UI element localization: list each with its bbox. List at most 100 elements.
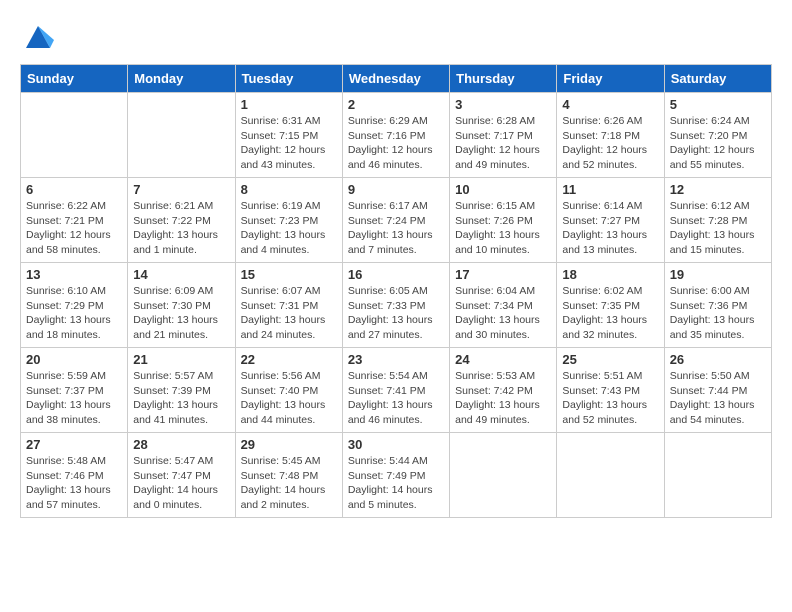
- calendar-cell: 18Sunrise: 6:02 AMSunset: 7:35 PMDayligh…: [557, 263, 664, 348]
- day-number: 25: [562, 352, 658, 367]
- day-info: Sunrise: 5:50 AMSunset: 7:44 PMDaylight:…: [670, 369, 766, 428]
- day-info: Sunrise: 6:12 AMSunset: 7:28 PMDaylight:…: [670, 199, 766, 258]
- day-info: Sunrise: 5:51 AMSunset: 7:43 PMDaylight:…: [562, 369, 658, 428]
- calendar-cell: [664, 433, 771, 518]
- calendar-cell: 23 Sunrise: 5:54 AMSunset: 7:41 PMDayligh…: [342, 348, 449, 433]
- day-number: 16: [348, 267, 444, 282]
- day-info: Sunrise: 5:54 AMSunset: 7:41 PMDaylight:…: [348, 369, 444, 428]
- day-info: Sunrise: 6:15 AMSunset: 7:26 PMDaylight:…: [455, 199, 551, 258]
- day-info: Sunrise: 5:57 AMSunset: 7:39 PMDaylight:…: [133, 369, 229, 428]
- calendar-cell: 22 Sunrise: 5:56 AMSunset: 7:40 PMDayligh…: [235, 348, 342, 433]
- calendar-cell: 2Sunrise: 6:29 AMSunset: 7:16 PMDaylight…: [342, 93, 449, 178]
- calendar-cell: 7 Sunrise: 6:21 AMSunset: 7:22 PMDaylight…: [128, 178, 235, 263]
- day-number: 4: [562, 97, 658, 112]
- day-number: 7: [133, 182, 229, 197]
- day-info: Sunrise: 6:24 AMSunset: 7:20 PMDaylight:…: [670, 114, 766, 173]
- day-info: Sunrise: 6:21 AMSunset: 7:22 PMDaylight:…: [133, 199, 229, 258]
- calendar-cell: 27 Sunrise: 5:48 AMSunset: 7:46 PMDayligh…: [21, 433, 128, 518]
- day-number: 15: [241, 267, 337, 282]
- day-info: Sunrise: 6:09 AMSunset: 7:30 PMDaylight:…: [133, 284, 229, 343]
- calendar-cell: 11 Sunrise: 6:14 AMSunset: 7:27 PMDayligh…: [557, 178, 664, 263]
- day-info: Sunrise: 5:59 AMSunset: 7:37 PMDaylight:…: [26, 369, 122, 428]
- calendar-cell: 28Sunrise: 5:47 AMSunset: 7:47 PMDayligh…: [128, 433, 235, 518]
- calendar-cell: 9 Sunrise: 6:17 AMSunset: 7:24 PMDaylight…: [342, 178, 449, 263]
- day-number: 14: [133, 267, 229, 282]
- day-info: Sunrise: 5:48 AMSunset: 7:46 PMDaylight:…: [26, 454, 122, 513]
- day-number: 5: [670, 97, 766, 112]
- day-number: 13: [26, 267, 122, 282]
- day-number: 6: [26, 182, 122, 197]
- day-number: 20: [26, 352, 122, 367]
- day-info: Sunrise: 6:17 AMSunset: 7:24 PMDaylight:…: [348, 199, 444, 258]
- header: [20, 20, 772, 48]
- day-info: Sunrise: 6:00 AMSunset: 7:36 PMDaylight:…: [670, 284, 766, 343]
- day-number: 22: [241, 352, 337, 367]
- calendar-cell: 16 Sunrise: 6:05 AMSunset: 7:33 PMDayligh…: [342, 263, 449, 348]
- header-tuesday: Tuesday: [235, 65, 342, 93]
- calendar-week-row: 13 Sunrise: 6:10 AMSunset: 7:29 PMDayligh…: [21, 263, 772, 348]
- calendar-cell: 10 Sunrise: 6:15 AMSunset: 7:26 PMDayligh…: [450, 178, 557, 263]
- day-number: 19: [670, 267, 766, 282]
- day-info: Sunrise: 5:56 AMSunset: 7:40 PMDaylight:…: [241, 369, 337, 428]
- calendar-cell: 30Sunrise: 5:44 AMSunset: 7:49 PMDayligh…: [342, 433, 449, 518]
- day-number: 26: [670, 352, 766, 367]
- day-number: 17: [455, 267, 551, 282]
- calendar-cell: 17 Sunrise: 6:04 AMSunset: 7:34 PMDayligh…: [450, 263, 557, 348]
- day-info: Sunrise: 6:28 AMSunset: 7:17 PMDaylight:…: [455, 114, 551, 173]
- header-thursday: Thursday: [450, 65, 557, 93]
- calendar-cell: 20 Sunrise: 5:59 AMSunset: 7:37 PMDayligh…: [21, 348, 128, 433]
- calendar-cell: 6Sunrise: 6:22 AMSunset: 7:21 PMDaylight…: [21, 178, 128, 263]
- calendar-cell: 8 Sunrise: 6:19 AMSunset: 7:23 PMDaylight…: [235, 178, 342, 263]
- header-saturday: Saturday: [664, 65, 771, 93]
- day-info: Sunrise: 6:10 AMSunset: 7:29 PMDaylight:…: [26, 284, 122, 343]
- header-friday: Friday: [557, 65, 664, 93]
- calendar-cell: 25 Sunrise: 5:51 AMSunset: 7:43 PMDayligh…: [557, 348, 664, 433]
- calendar-cell: 12 Sunrise: 6:12 AMSunset: 7:28 PMDayligh…: [664, 178, 771, 263]
- calendar-cell: [450, 433, 557, 518]
- day-number: 23: [348, 352, 444, 367]
- page-container: Sunday Monday Tuesday Wednesday Thursday…: [20, 20, 772, 518]
- calendar-week-row: 20 Sunrise: 5:59 AMSunset: 7:37 PMDayligh…: [21, 348, 772, 433]
- day-info: Sunrise: 6:31 AMSunset: 7:15 PMDaylight:…: [241, 114, 337, 173]
- day-number: 11: [562, 182, 658, 197]
- calendar-cell: 15 Sunrise: 6:07 AMSunset: 7:31 PMDayligh…: [235, 263, 342, 348]
- calendar-cell: 14 Sunrise: 6:09 AMSunset: 7:30 PMDayligh…: [128, 263, 235, 348]
- calendar-cell: 29 Sunrise: 5:45 AMSunset: 7:48 PMDayligh…: [235, 433, 342, 518]
- day-number: 30: [348, 437, 444, 452]
- logo-icon: [22, 20, 54, 52]
- calendar-cell: 13 Sunrise: 6:10 AMSunset: 7:29 PMDayligh…: [21, 263, 128, 348]
- day-number: 8: [241, 182, 337, 197]
- day-info: Sunrise: 6:14 AMSunset: 7:27 PMDaylight:…: [562, 199, 658, 258]
- day-info: Sunrise: 6:04 AMSunset: 7:34 PMDaylight:…: [455, 284, 551, 343]
- day-number: 21: [133, 352, 229, 367]
- header-monday: Monday: [128, 65, 235, 93]
- calendar-cell: [21, 93, 128, 178]
- calendar-cell: 21 Sunrise: 5:57 AMSunset: 7:39 PMDayligh…: [128, 348, 235, 433]
- calendar-table: Sunday Monday Tuesday Wednesday Thursday…: [20, 64, 772, 518]
- weekday-header-row: Sunday Monday Tuesday Wednesday Thursday…: [21, 65, 772, 93]
- calendar-cell: 3 Sunrise: 6:28 AMSunset: 7:17 PMDaylight…: [450, 93, 557, 178]
- calendar-cell: 1 Sunrise: 6:31 AMSunset: 7:15 PMDaylight…: [235, 93, 342, 178]
- day-number: 10: [455, 182, 551, 197]
- day-number: 1: [241, 97, 337, 112]
- day-number: 29: [241, 437, 337, 452]
- day-number: 12: [670, 182, 766, 197]
- day-info: Sunrise: 6:26 AMSunset: 7:18 PMDaylight:…: [562, 114, 658, 173]
- day-info: Sunrise: 5:53 AMSunset: 7:42 PMDaylight:…: [455, 369, 551, 428]
- day-info: Sunrise: 6:05 AMSunset: 7:33 PMDaylight:…: [348, 284, 444, 343]
- calendar-week-row: 6Sunrise: 6:22 AMSunset: 7:21 PMDaylight…: [21, 178, 772, 263]
- calendar-cell: 5 Sunrise: 6:24 AMSunset: 7:20 PMDaylight…: [664, 93, 771, 178]
- day-info: Sunrise: 6:02 AMSunset: 7:35 PMDaylight:…: [562, 284, 658, 343]
- day-number: 9: [348, 182, 444, 197]
- day-number: 3: [455, 97, 551, 112]
- day-info: Sunrise: 6:07 AMSunset: 7:31 PMDaylight:…: [241, 284, 337, 343]
- day-info: Sunrise: 5:45 AMSunset: 7:48 PMDaylight:…: [241, 454, 337, 513]
- header-wednesday: Wednesday: [342, 65, 449, 93]
- day-number: 27: [26, 437, 122, 452]
- day-info: Sunrise: 5:47 AMSunset: 7:47 PMDaylight:…: [133, 454, 229, 513]
- day-info: Sunrise: 6:29 AMSunset: 7:16 PMDaylight:…: [348, 114, 444, 173]
- calendar-cell: 24 Sunrise: 5:53 AMSunset: 7:42 PMDayligh…: [450, 348, 557, 433]
- day-info: Sunrise: 6:19 AMSunset: 7:23 PMDaylight:…: [241, 199, 337, 258]
- day-number: 24: [455, 352, 551, 367]
- calendar-cell: 4 Sunrise: 6:26 AMSunset: 7:18 PMDaylight…: [557, 93, 664, 178]
